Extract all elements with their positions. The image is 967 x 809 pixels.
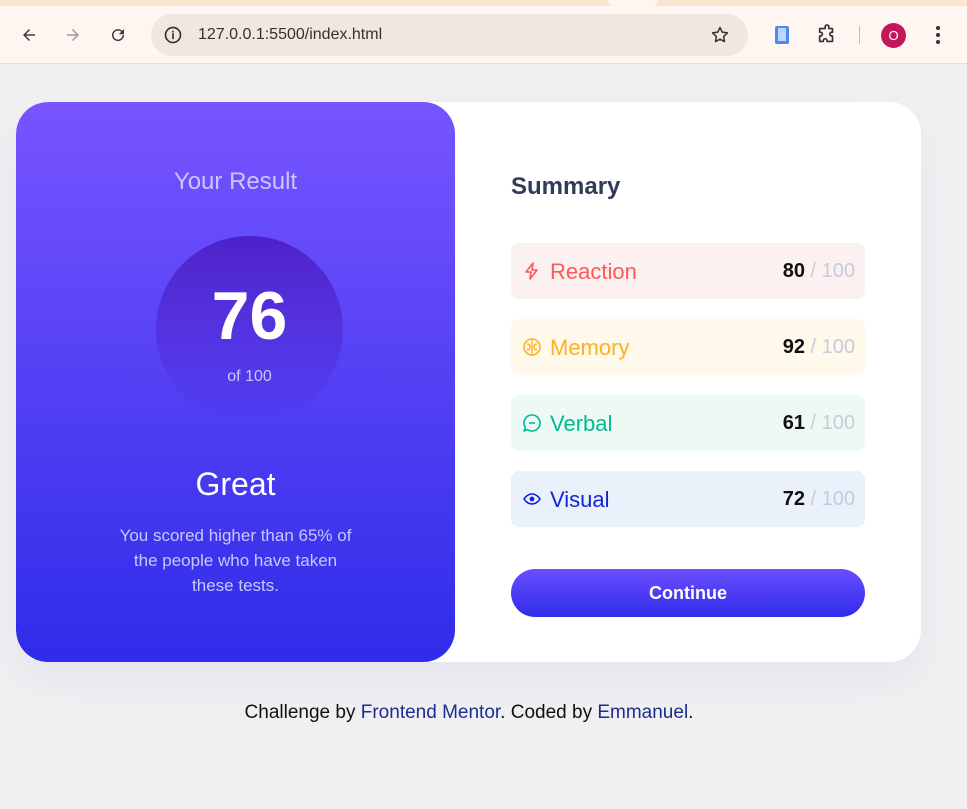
summary-row-label: Reaction: [550, 259, 637, 284]
summary-panel: Summary Reaction 80 / 100 Memory 92 / 10…: [455, 102, 921, 662]
address-bar[interactable]: 127.0.0.1:5500/index.html: [151, 14, 748, 56]
attribution-middle: . Coded by: [500, 702, 598, 723]
extension-icon-blue[interactable]: [770, 23, 794, 47]
site-info-icon[interactable]: [163, 25, 183, 45]
summary-row-score: 92 / 100: [782, 336, 855, 358]
summary-row-label: Memory: [550, 335, 630, 360]
summary-row-score: 80 / 100: [782, 260, 855, 282]
profile-avatar[interactable]: O: [881, 23, 906, 48]
results-card: Your Result 76 of 100 Great You scored h…: [16, 102, 921, 662]
continue-button[interactable]: Continue: [511, 569, 865, 617]
summary-row-score: 72 / 100: [782, 488, 855, 510]
browser-toolbar: 127.0.0.1:5500/index.html O: [0, 6, 967, 64]
bookmark-star-icon[interactable]: [710, 25, 730, 45]
score-value: 76: [211, 278, 288, 354]
summary-row-label: Visual: [550, 487, 610, 512]
summary-row-verbal: Verbal 61 / 100: [511, 395, 865, 451]
toolbar-divider: [859, 26, 860, 44]
lightning-icon: [525, 262, 538, 280]
summary-row-score: 61 / 100: [782, 412, 855, 434]
summary-row-memory: Memory 92 / 100: [511, 319, 865, 375]
reload-button[interactable]: [105, 22, 131, 48]
attribution-prefix: Challenge by: [244, 702, 361, 723]
result-panel: Your Result 76 of 100 Great You scored h…: [16, 102, 455, 662]
extensions-button[interactable]: [815, 23, 839, 47]
attribution-suffix: .: [688, 702, 694, 723]
phone-extension-icon: [775, 26, 789, 44]
puzzle-icon: [818, 24, 834, 43]
summary-row-visual: Visual 72 / 100: [511, 471, 865, 527]
brain-icon: [523, 338, 541, 356]
result-title: Your Result: [173, 168, 298, 195]
summary-row-reaction: Reaction 80 / 100: [511, 243, 865, 299]
eye-icon: [523, 493, 541, 505]
rating-label: Great: [195, 466, 276, 502]
author-link[interactable]: Emmanuel: [597, 702, 688, 723]
summary-title: Summary: [511, 173, 621, 200]
reload-icon: [112, 29, 125, 42]
more-vert-icon: [936, 26, 940, 44]
url-text[interactable]: 127.0.0.1:5500/index.html: [198, 26, 382, 44]
score-circle: 76 of 100: [156, 236, 343, 423]
attribution: Challenge by Frontend Mentor. Coded by E…: [0, 702, 938, 724]
arrow-left-icon: [23, 29, 35, 41]
arrow-right-icon: [67, 29, 79, 41]
menu-button[interactable]: [928, 23, 948, 47]
score-of-label: of 100: [227, 368, 272, 385]
frontend-mentor-link[interactable]: Frontend Mentor: [361, 702, 500, 723]
back-button[interactable]: [16, 22, 42, 48]
summary-row-label: Verbal: [550, 411, 613, 436]
chat-icon: [523, 414, 541, 432]
forward-button[interactable]: [60, 22, 86, 48]
rating-description: You scored higher than 65% of the people…: [119, 526, 352, 595]
